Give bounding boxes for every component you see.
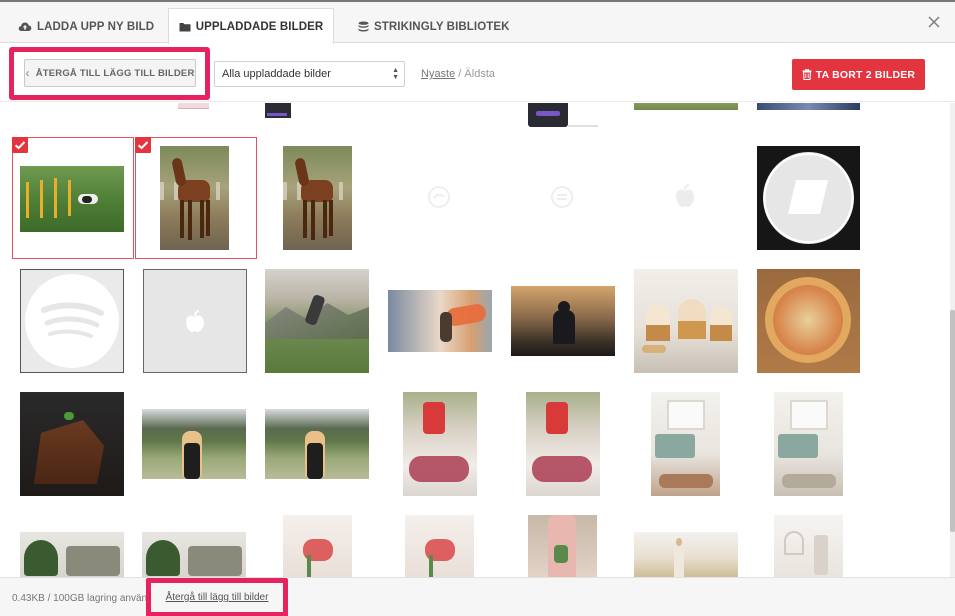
image-thumbnail[interactable] (388, 290, 492, 352)
image-thumbnail[interactable] (160, 146, 229, 250)
database-icon (358, 21, 369, 32)
spotify-logo-thumbnail[interactable] (20, 269, 124, 373)
tab-upload-label: LADDA UPP NY BILD (37, 20, 155, 33)
image-thumbnail[interactable] (142, 409, 246, 479)
image-thumbnail[interactable] (774, 392, 843, 496)
sort-oldest-link[interactable]: Äldsta (464, 68, 495, 80)
back-button-label: ÅTERGÅ TILL LÄGG TILL BILDER (35, 67, 195, 79)
image-thumbnail[interactable] (20, 532, 124, 577)
delete-images-button[interactable]: TA BORT 2 BILDER (792, 59, 925, 90)
chevron-left-icon: ‹ (25, 66, 30, 80)
scrollbar-thumb[interactable] (950, 310, 955, 532)
filter-value: Alla uppladdade bilder (222, 68, 331, 80)
image-thumbnail[interactable] (20, 392, 124, 496)
sort-newest-link[interactable]: Nyaste (421, 68, 455, 80)
image-thumbnail[interactable] (265, 409, 369, 479)
checkbox-checked-icon[interactable] (12, 137, 28, 153)
image-thumbnail[interactable] (265, 103, 291, 118)
delete-button-label: TA BORT 2 BILDER (815, 68, 916, 81)
highlight-box: Återgå till lägg till bilder (146, 578, 288, 616)
back-to-add-images-link[interactable]: Återgå till lägg till bilder (166, 592, 269, 603)
image-filter-select[interactable]: Alla uppladdade bilder ▲ ▼ (214, 61, 405, 87)
storage-usage: 0.43KB / 100GB lagring använt (12, 593, 150, 604)
image-thumbnail (568, 125, 598, 127)
cloud-upload-icon (18, 21, 32, 32)
image-thumbnail[interactable] (774, 515, 843, 577)
image-thumbnail[interactable] (511, 286, 615, 356)
logo-thumbnail[interactable] (757, 146, 860, 250)
image-thumbnail[interactable] (265, 269, 369, 373)
trash-icon (802, 69, 812, 80)
logo-thumbnail[interactable] (548, 183, 576, 211)
image-grid (0, 103, 950, 577)
image-thumbnail[interactable] (283, 515, 352, 577)
image-thumbnail[interactable] (634, 269, 738, 373)
back-to-add-images-button[interactable]: ‹ ÅTERGÅ TILL LÄGG TILL BILDER (24, 59, 196, 87)
sort-controls: Nyaste / Äldsta (421, 68, 495, 80)
tab-upload-new[interactable]: LADDA UPP NY BILD (18, 8, 154, 45)
apple-logo-thumbnail[interactable] (143, 269, 247, 373)
image-thumbnail[interactable] (528, 515, 597, 577)
image-thumbnail[interactable] (283, 146, 352, 250)
toolbar: ‹ ÅTERGÅ TILL LÄGG TILL BILDER Alla uppl… (0, 44, 955, 102)
folder-icon (179, 22, 191, 32)
image-thumbnail[interactable] (526, 392, 600, 496)
image-thumbnail[interactable] (403, 392, 477, 496)
image-thumbnail[interactable] (142, 532, 246, 577)
tab-strikingly-library[interactable]: STRIKINGLY BIBLIOTEK (358, 8, 510, 45)
image-thumbnail[interactable] (20, 166, 124, 232)
logo-thumbnail[interactable] (425, 183, 453, 211)
tab-uploaded-label: UPPLADDADE BILDER (195, 21, 324, 33)
image-thumbnail[interactable] (528, 103, 568, 127)
apple-logo-icon[interactable] (673, 182, 697, 210)
tab-library-label: STRIKINGLY BIBLIOTEK (374, 20, 510, 33)
image-thumbnail[interactable] (757, 103, 860, 110)
select-arrows-icon: ▲ ▼ (392, 67, 399, 81)
image-thumbnail[interactable] (634, 532, 738, 577)
image-thumbnail[interactable] (634, 103, 738, 110)
image-thumbnail[interactable] (651, 392, 720, 496)
image-thumbnail[interactable] (405, 515, 474, 577)
image-library-dialog: LADDA UPP NY BILD UPPLADDADE BILDER STRI… (0, 0, 955, 616)
image-thumbnail[interactable] (757, 269, 860, 373)
tab-uploaded-images[interactable]: UPPLADDADE BILDER (168, 8, 334, 46)
image-thumbnail[interactable] (178, 103, 209, 109)
tab-bar: LADDA UPP NY BILD UPPLADDADE BILDER STRI… (0, 0, 955, 46)
footer: 0.43KB / 100GB lagring använt Återgå til… (0, 577, 955, 616)
checkbox-checked-icon[interactable] (135, 137, 151, 153)
close-icon[interactable] (927, 15, 941, 29)
